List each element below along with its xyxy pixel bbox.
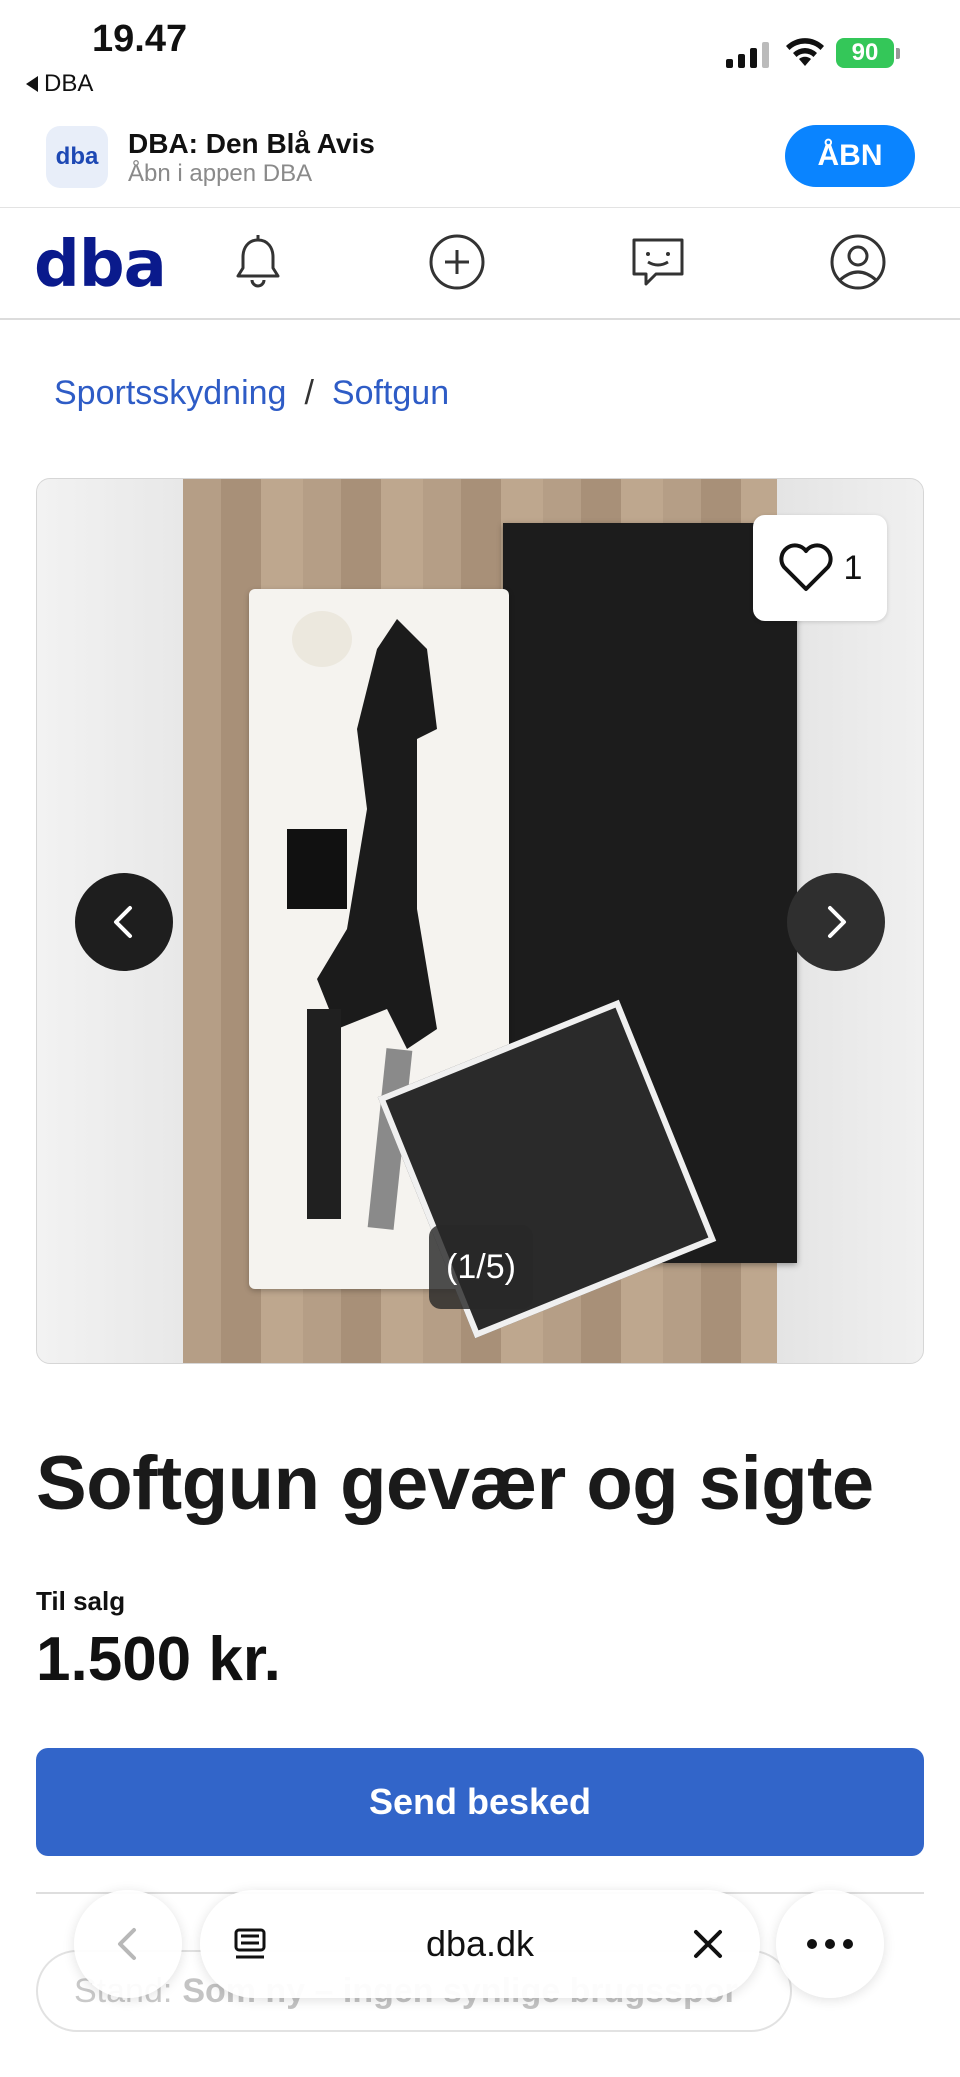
smart-app-banner: dba DBA: Den Blå Avis Åbn i appen DBA ÅB… bbox=[0, 118, 960, 208]
back-to-app-link[interactable]: DBA bbox=[26, 70, 93, 98]
breadcrumb-separator: / bbox=[304, 374, 314, 412]
image-gallery[interactable]: 1 (1/5) bbox=[36, 478, 924, 1364]
profile-icon[interactable] bbox=[826, 230, 890, 294]
message-icon[interactable] bbox=[626, 230, 690, 294]
app-title: DBA: Den Blå Avis bbox=[128, 128, 375, 159]
open-app-button[interactable]: ÅBN bbox=[785, 125, 915, 187]
status-time: 19.47 bbox=[92, 18, 188, 60]
address-bar[interactable]: dba.dk bbox=[200, 1890, 760, 1998]
heart-icon bbox=[778, 543, 833, 591]
breadcrumb-item-softgun[interactable]: Softgun bbox=[332, 374, 449, 413]
app-icon: dba bbox=[46, 126, 108, 188]
back-app-label: DBA bbox=[44, 70, 94, 97]
url-text: dba.dk bbox=[425, 1923, 535, 1964]
favorite-button[interactable]: 1 bbox=[753, 515, 887, 621]
battery-level: 90 bbox=[851, 39, 879, 66]
cellular-signal-icon bbox=[726, 40, 769, 68]
breadcrumb-item-sportsskydning[interactable]: Sportsskydning bbox=[54, 374, 286, 413]
browser-toolbar: dba.dk bbox=[0, 1890, 960, 2020]
gallery-next-button[interactable] bbox=[787, 873, 885, 971]
battery-tip bbox=[896, 48, 900, 59]
chevron-right-icon bbox=[828, 906, 846, 938]
listing-price: 1.500 kr. bbox=[36, 1625, 281, 1694]
ellipsis-icon bbox=[807, 1939, 853, 1949]
send-message-button[interactable]: Send besked bbox=[36, 1748, 924, 1856]
wifi-icon bbox=[786, 38, 824, 66]
back-triangle-icon bbox=[26, 76, 38, 92]
breadcrumb: Sportsskydning / Softgun bbox=[54, 374, 449, 413]
app-subtitle: Åbn i appen DBA bbox=[128, 160, 313, 187]
dba-logo[interactable]: dba bbox=[34, 228, 167, 302]
image-counter: (1/5) bbox=[429, 1225, 533, 1309]
status-bar: 19.47 DBA 90 bbox=[0, 0, 960, 118]
more-options-button[interactable] bbox=[776, 1890, 884, 1998]
favorite-count: 1 bbox=[843, 548, 863, 587]
top-nav: dba bbox=[0, 208, 960, 320]
bell-icon[interactable] bbox=[226, 230, 290, 294]
plus-circle-icon[interactable] bbox=[425, 230, 489, 294]
gallery-prev-button[interactable] bbox=[75, 873, 173, 971]
chevron-left-icon bbox=[118, 1928, 136, 1960]
sale-type-label: Til salg bbox=[36, 1586, 126, 1616]
chevron-left-icon bbox=[114, 906, 132, 938]
close-icon[interactable] bbox=[686, 1922, 730, 1966]
listing-title: Softgun gevær og sigte bbox=[36, 1441, 874, 1526]
battery-icon: 90 bbox=[836, 38, 894, 68]
browser-back-button[interactable] bbox=[74, 1890, 182, 1998]
